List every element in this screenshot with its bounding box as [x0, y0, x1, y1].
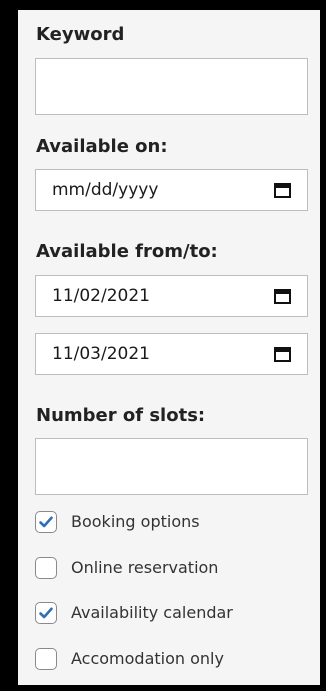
available-on-date-value: mm/dd/yyyy: [52, 180, 159, 200]
checkmark-icon: [39, 516, 53, 528]
calendar-icon[interactable]: [274, 182, 291, 198]
booking-options-checkbox[interactable]: [35, 511, 57, 533]
number-of-slots-input[interactable]: [35, 438, 308, 495]
available-to-date-input[interactable]: 11/03/2021: [35, 333, 308, 375]
calendar-icon[interactable]: [274, 288, 291, 304]
keyword-label: Keyword: [36, 24, 125, 45]
booking-options-label: Booking options: [71, 512, 200, 531]
accomodation-only-checkbox[interactable]: [35, 648, 57, 670]
available-from-to-label: Available from/to:: [36, 241, 218, 262]
availability-calendar-checkbox[interactable]: [35, 602, 57, 624]
availability-calendar-label: Availability calendar: [71, 603, 233, 622]
available-on-label: Available on:: [36, 136, 168, 157]
number-of-slots-label: Number of slots:: [36, 405, 206, 426]
filter-panel: Keyword Available on: mm/dd/yyyy Availab…: [18, 10, 320, 685]
online-reservation-checkbox[interactable]: [35, 557, 57, 579]
online-reservation-label: Online reservation: [71, 558, 219, 577]
available-to-date-value: 11/03/2021: [52, 344, 150, 364]
calendar-icon[interactable]: [274, 346, 291, 362]
available-on-date-input[interactable]: mm/dd/yyyy: [35, 169, 308, 211]
checkmark-icon: [39, 607, 53, 619]
available-from-date-value: 11/02/2021: [52, 286, 150, 306]
available-from-date-input[interactable]: 11/02/2021: [35, 275, 308, 317]
keyword-input[interactable]: [35, 58, 308, 115]
accomodation-only-label: Accomodation only: [71, 649, 224, 668]
